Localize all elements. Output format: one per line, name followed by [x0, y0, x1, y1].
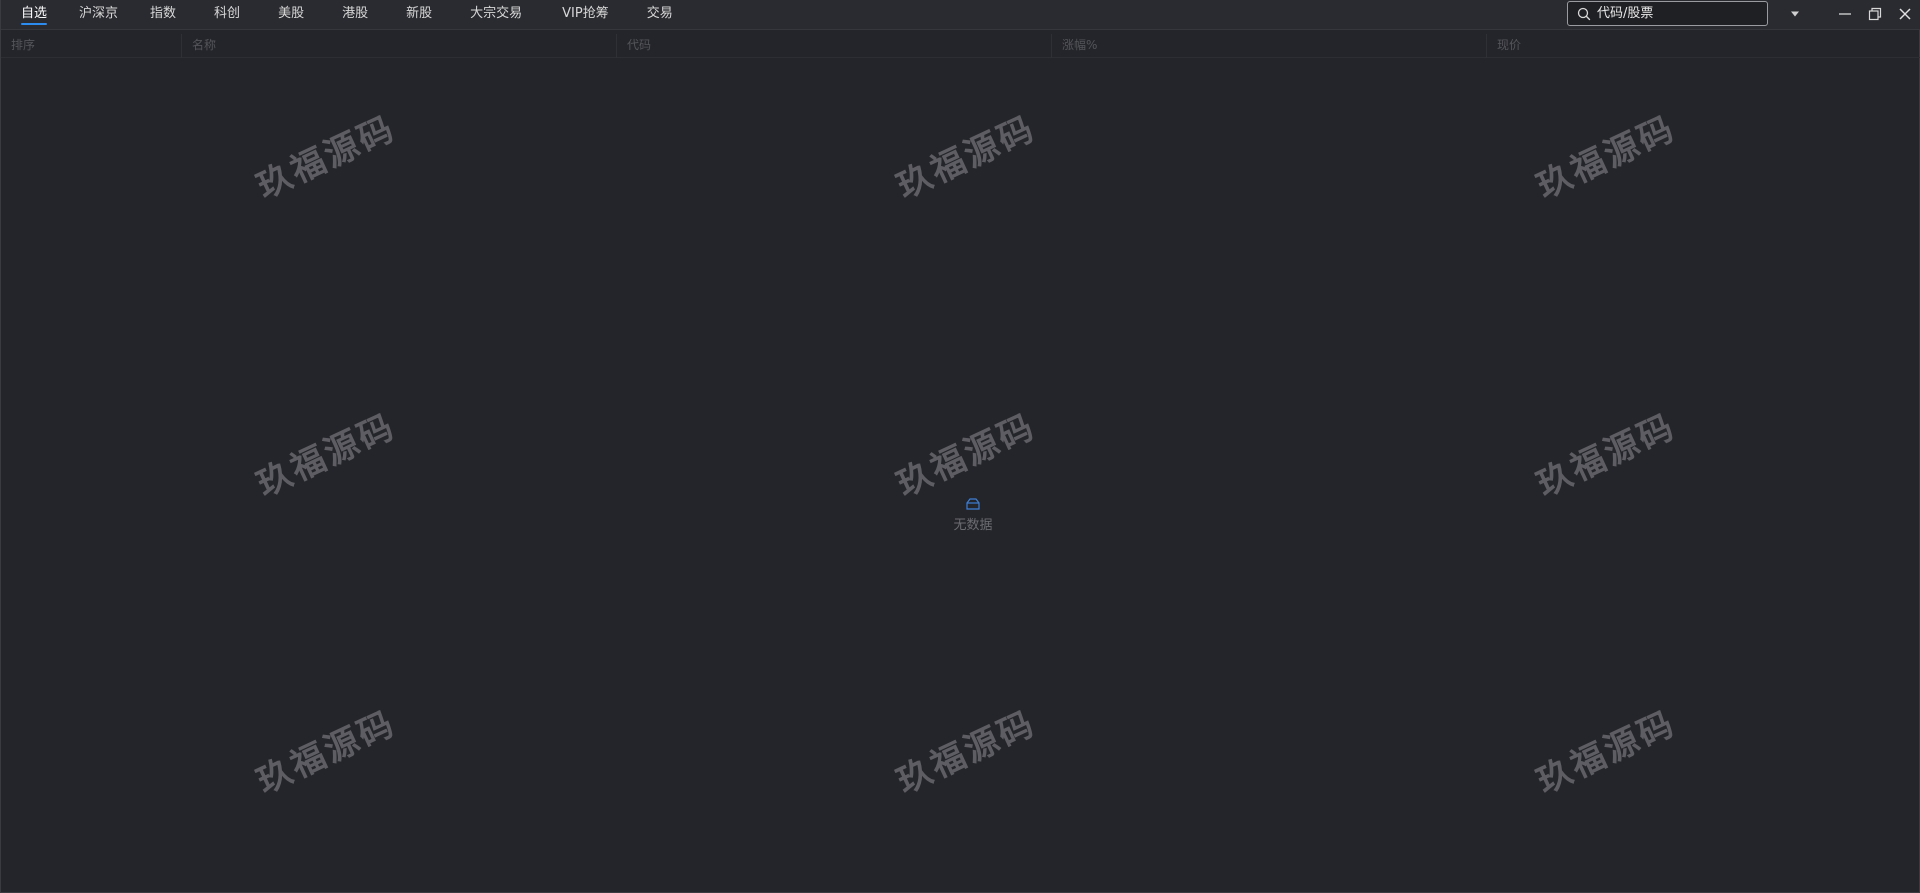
column-header-name[interactable]: 名称	[181, 34, 616, 58]
tab-us-stocks[interactable]: 美股	[278, 0, 304, 30]
dropdown-button[interactable]	[1781, 0, 1809, 28]
tab-sh-sz-bj[interactable]: 沪深京	[79, 0, 118, 30]
column-header-price[interactable]: 现价	[1486, 34, 1919, 58]
restore-icon	[1868, 7, 1882, 21]
minimize-button[interactable]	[1831, 0, 1859, 28]
search-box[interactable]	[1567, 1, 1768, 26]
tab-new-stocks[interactable]: 新股	[406, 0, 432, 30]
table-body: 无数据	[1, 58, 1919, 892]
app-window: 自选 沪深京 指数 科创 美股 港股 新股 大宗交易 VIP抢筹 交易 代码/股…	[0, 0, 1920, 893]
search-input[interactable]	[1597, 6, 1757, 21]
search-icon	[1577, 7, 1591, 21]
empty-state-text: 无数据	[953, 518, 993, 533]
restore-button[interactable]	[1861, 0, 1889, 28]
close-button[interactable]	[1891, 0, 1919, 28]
column-header-change-pct[interactable]: 涨幅%	[1051, 34, 1486, 58]
empty-box-icon	[966, 498, 980, 510]
tab-block-trade[interactable]: 大宗交易	[470, 0, 522, 30]
tab-index[interactable]: 指数	[150, 0, 176, 30]
close-icon	[1899, 8, 1911, 20]
column-header-code[interactable]: 代码	[616, 34, 1051, 58]
tab-star-market[interactable]: 科创	[214, 0, 240, 30]
tab-hk-stocks[interactable]: 港股	[342, 0, 368, 30]
tab-trade[interactable]: 交易	[647, 0, 673, 30]
market-tabs: 自选 沪深京 指数 科创 美股 港股 新股 大宗交易 VIP抢筹 交易	[1, 0, 673, 30]
table-header: 排序 名称 代码 涨幅% 现价	[1, 34, 1920, 58]
tab-watchlist[interactable]: 自选	[21, 0, 48, 30]
empty-state: 无数据	[933, 498, 1013, 533]
minimize-icon	[1839, 13, 1851, 15]
caret-down-icon	[1791, 11, 1799, 17]
column-header-rank[interactable]: 排序	[1, 34, 181, 58]
top-bar: 自选 沪深京 指数 科创 美股 港股 新股 大宗交易 VIP抢筹 交易	[1, 0, 1920, 30]
tab-vip[interactable]: VIP抢筹	[562, 0, 609, 30]
